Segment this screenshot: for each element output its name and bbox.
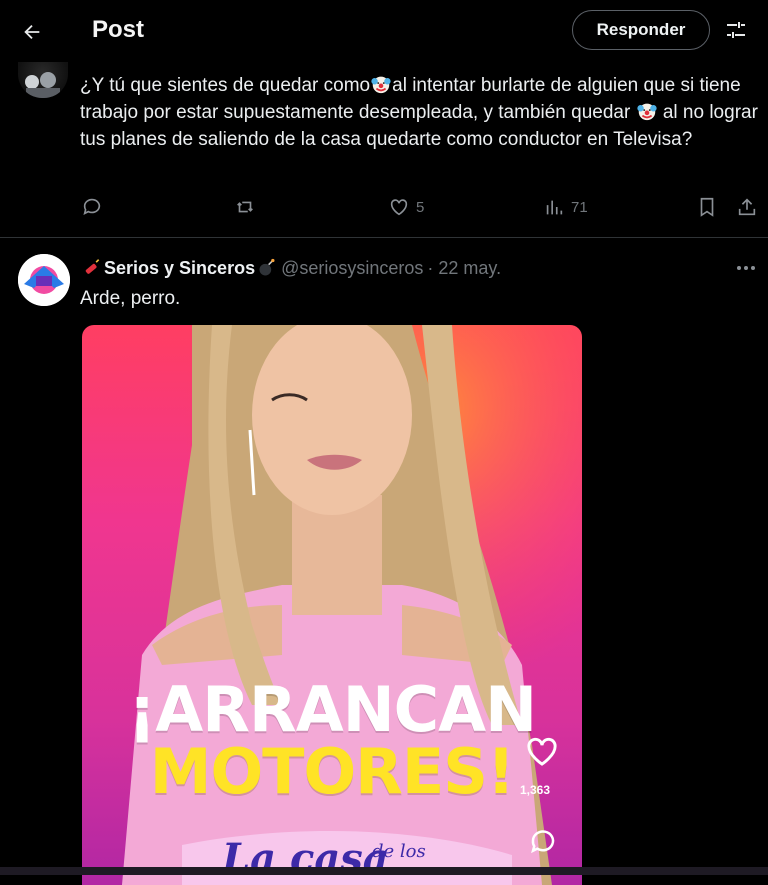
- heart-outline-icon: [527, 737, 557, 766]
- settings-button[interactable]: [722, 16, 750, 44]
- reply-text: ¿Y tú que sientes de quedar como al inte…: [80, 72, 760, 153]
- like-count: 5: [416, 198, 425, 216]
- headline-line-2: MOTORES!: [149, 735, 515, 808]
- views-count: 71: [571, 198, 588, 216]
- retweet-icon: [237, 201, 253, 213]
- back-button[interactable]: [14, 14, 50, 50]
- views-chart-icon: [546, 200, 563, 215]
- bookmark-button[interactable]: [696, 196, 718, 218]
- display-name[interactable]: Serios y Sinceros: [104, 258, 255, 279]
- views-button[interactable]: 71: [543, 196, 588, 218]
- sliders-icon: [727, 22, 745, 38]
- comment-icon: [83, 198, 101, 215]
- post-header: Serios y Sinceros @seriosysinceros · 22 …: [82, 256, 501, 280]
- reply-text-part: ¿Y tú que sientes de quedar como: [80, 75, 371, 96]
- media-comment-button[interactable]: [528, 827, 558, 857]
- bomb-emoji-icon: [259, 258, 275, 276]
- clown-emoji-icon: [636, 103, 657, 121]
- reply-button[interactable]: Responder: [572, 10, 710, 50]
- clown-emoji-icon: [371, 76, 391, 94]
- heart-icon: [390, 199, 408, 216]
- media-like-count: 1,363: [520, 783, 551, 797]
- like-button[interactable]: 5: [388, 196, 424, 218]
- retweet-button[interactable]: [234, 196, 256, 218]
- avatar[interactable]: [18, 62, 68, 98]
- post-text: Arde, perro.: [80, 288, 181, 309]
- share-icon: [738, 198, 756, 216]
- handle[interactable]: @seriosysinceros: [281, 258, 423, 279]
- page-title: Post: [92, 16, 145, 43]
- avatar[interactable]: [18, 254, 70, 306]
- bottom-edge: [0, 867, 768, 875]
- more-options-button[interactable]: [734, 258, 758, 278]
- brand-logo-subtext: de los: [372, 841, 426, 862]
- quoted-post[interactable]: Serios y Sinceros @seriosysinceros · 22 …: [0, 238, 768, 885]
- more-dots-icon: [737, 266, 755, 270]
- firecracker-emoji-icon: [85, 259, 100, 274]
- bookmark-icon: [700, 197, 714, 217]
- top-bar: Post Responder: [0, 0, 768, 62]
- media-like-button[interactable]: [524, 735, 560, 767]
- comment-bubble-icon: [531, 830, 555, 854]
- share-button[interactable]: [736, 196, 758, 218]
- arrow-left-icon: [24, 24, 40, 40]
- reply-actions: 5 71: [0, 194, 768, 224]
- reply-action-button[interactable]: [81, 196, 103, 218]
- media-image[interactable]: ¡ARRANCAN MOTORES! 1,363 La casa de los: [82, 325, 582, 885]
- reply-post[interactable]: ¿Y tú que sientes de quedar como al inte…: [0, 62, 768, 238]
- post-date[interactable]: · 22 may.: [427, 258, 501, 279]
